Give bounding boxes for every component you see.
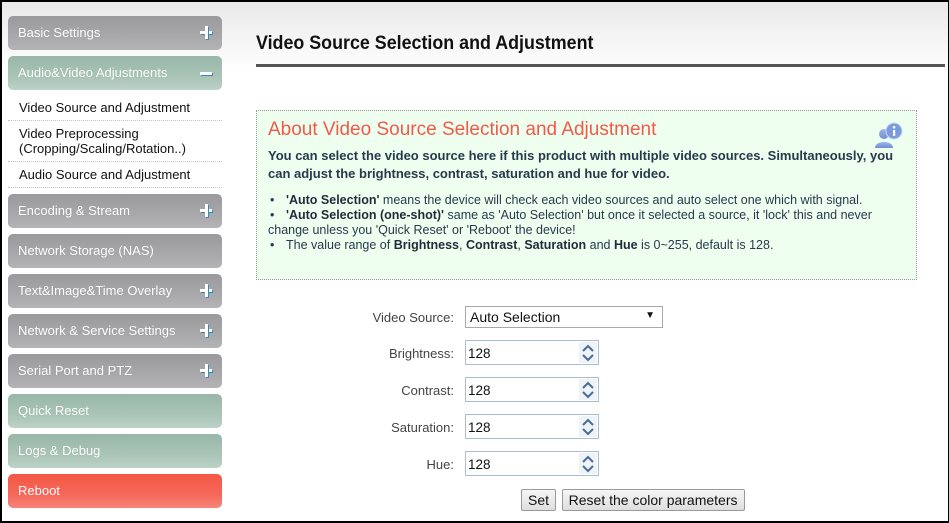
saturation-value: 128: [468, 420, 491, 435]
hue-row: Hue: 128: [256, 451, 936, 477]
brightness-input[interactable]: 128: [465, 340, 599, 365]
spinner-up-down-icon[interactable]: [579, 342, 597, 363]
menu-network-service-settings[interactable]: Network & Service Settings: [8, 314, 222, 348]
menu-serial-port-ptz[interactable]: Serial Port and PTZ: [8, 354, 222, 388]
reset-color-button[interactable]: Reset the color parameters: [561, 489, 745, 511]
info-title: About Video Source Selection and Adjustm…: [268, 119, 657, 140]
submenu-audio-video: Video Source and Adjustment Video Prepro…: [8, 95, 222, 188]
brightness-row: Brightness: 128: [256, 340, 936, 366]
bullet-text: is 0~255, default is 128.: [637, 238, 774, 252]
bold-term: Hue: [613, 238, 638, 252]
menu-label: Logs & Debug: [18, 443, 101, 458]
plus-icon[interactable]: [200, 25, 214, 39]
spinner-up-down-icon[interactable]: [579, 379, 597, 400]
menu-label: Basic Settings: [18, 25, 101, 40]
submenu-item-audio-source[interactable]: Audio Source and Adjustment: [8, 162, 222, 188]
menu-label: Reboot: [18, 483, 60, 498]
hue-value: 128: [468, 457, 491, 472]
bold-term: Brightness: [393, 238, 460, 252]
video-source-select[interactable]: Auto Selection ▼: [465, 306, 663, 328]
menu-label: Text&Image&Time Overlay: [18, 283, 173, 298]
spinner-up-down-icon[interactable]: [579, 453, 597, 474]
set-button[interactable]: Set: [521, 489, 557, 511]
hue-label: Hue:: [426, 457, 454, 472]
spinner-up-down-icon[interactable]: [579, 416, 597, 437]
video-source-label: Video Source:: [372, 310, 454, 325]
form-actions: Set Reset the color parameters: [521, 489, 747, 511]
bullet-text: means the device will check each video s…: [379, 193, 863, 207]
menu-label: Encoding & Stream: [18, 203, 131, 218]
user-info-icon: [875, 122, 903, 148]
info-box: About Video Source Selection and Adjustm…: [256, 110, 917, 280]
page-frame: Basic Settings Audio&Video Adjustments V…: [0, 0, 949, 523]
info-bullet: • 'Auto Selection (one-shot)' same as 'Au…: [268, 208, 872, 237]
title-divider: [256, 64, 945, 67]
info-lead-text: You can select the video source here if …: [268, 148, 894, 181]
sidebar: Basic Settings Audio&Video Adjustments V…: [8, 16, 222, 514]
brightness-label: Brightness:: [388, 346, 454, 361]
menu-text-image-time-overlay[interactable]: Text&Image&Time Overlay: [8, 274, 222, 308]
submenu-item-video-source[interactable]: Video Source and Adjustment: [8, 95, 222, 121]
plus-icon[interactable]: [200, 283, 214, 297]
bold-term: 'Auto Selection': [286, 193, 380, 207]
menu-basic-settings[interactable]: Basic Settings: [8, 16, 222, 50]
contrast-label: Contrast:: [401, 383, 454, 398]
plus-icon[interactable]: [200, 203, 214, 217]
saturation-input[interactable]: 128: [465, 414, 599, 439]
bold-term: Saturation: [524, 238, 587, 252]
menu-audio-video-adjustments[interactable]: Audio&Video Adjustments: [8, 56, 222, 90]
dropdown-arrow-icon: ▼: [645, 310, 655, 321]
menu-label: Quick Reset: [18, 403, 89, 418]
menu-encoding-stream[interactable]: Encoding & Stream: [8, 194, 222, 228]
saturation-row: Saturation: 128: [256, 414, 936, 440]
menu-network-storage[interactable]: Network Storage (NAS): [8, 234, 222, 268]
menu-label: Network & Service Settings: [18, 323, 176, 338]
menu-label: Network Storage (NAS): [18, 243, 154, 258]
menu-quick-reset[interactable]: Quick Reset: [8, 394, 222, 428]
bold-term: 'Auto Selection (one-shot)': [286, 208, 445, 222]
plus-icon[interactable]: [200, 323, 214, 337]
video-source-row: Video Source: Auto Selection ▼: [256, 304, 936, 330]
info-bullet: • The value range of Brightness, Contrast…: [270, 238, 774, 252]
info-list: • 'Auto Selection' means the device will …: [268, 193, 904, 253]
bullet-text: ,: [459, 238, 466, 252]
menu-label: Audio&Video Adjustments: [18, 65, 168, 80]
menu-reboot[interactable]: Reboot: [8, 474, 222, 508]
brightness-value: 128: [468, 346, 491, 361]
minus-icon[interactable]: [200, 65, 214, 79]
submenu-label-line1: Video Preprocessing: [19, 126, 139, 141]
bullet-text: The value range of: [286, 238, 394, 252]
submenu-label-line2: (Cropping/Scaling/Rotation..): [19, 141, 186, 156]
info-bullet: • 'Auto Selection' means the device will …: [270, 193, 863, 207]
bold-term: Contrast: [465, 238, 518, 252]
submenu-item-video-preprocessing[interactable]: Video Preprocessing (Cropping/Scaling/Ro…: [8, 121, 222, 162]
saturation-label: Saturation:: [391, 420, 454, 435]
video-source-value: Auto Selection: [470, 309, 561, 325]
contrast-value: 128: [468, 383, 491, 398]
page-title: Video Source Selection and Adjustment: [256, 33, 594, 54]
bullet-text: and: [586, 238, 614, 252]
hue-input[interactable]: 128: [465, 451, 599, 476]
contrast-input[interactable]: 128: [465, 377, 599, 402]
menu-logs-debug[interactable]: Logs & Debug: [8, 434, 222, 468]
menu-label: Serial Port and PTZ: [18, 363, 133, 378]
contrast-row: Contrast: 128: [256, 377, 936, 403]
plus-icon[interactable]: [200, 363, 214, 377]
